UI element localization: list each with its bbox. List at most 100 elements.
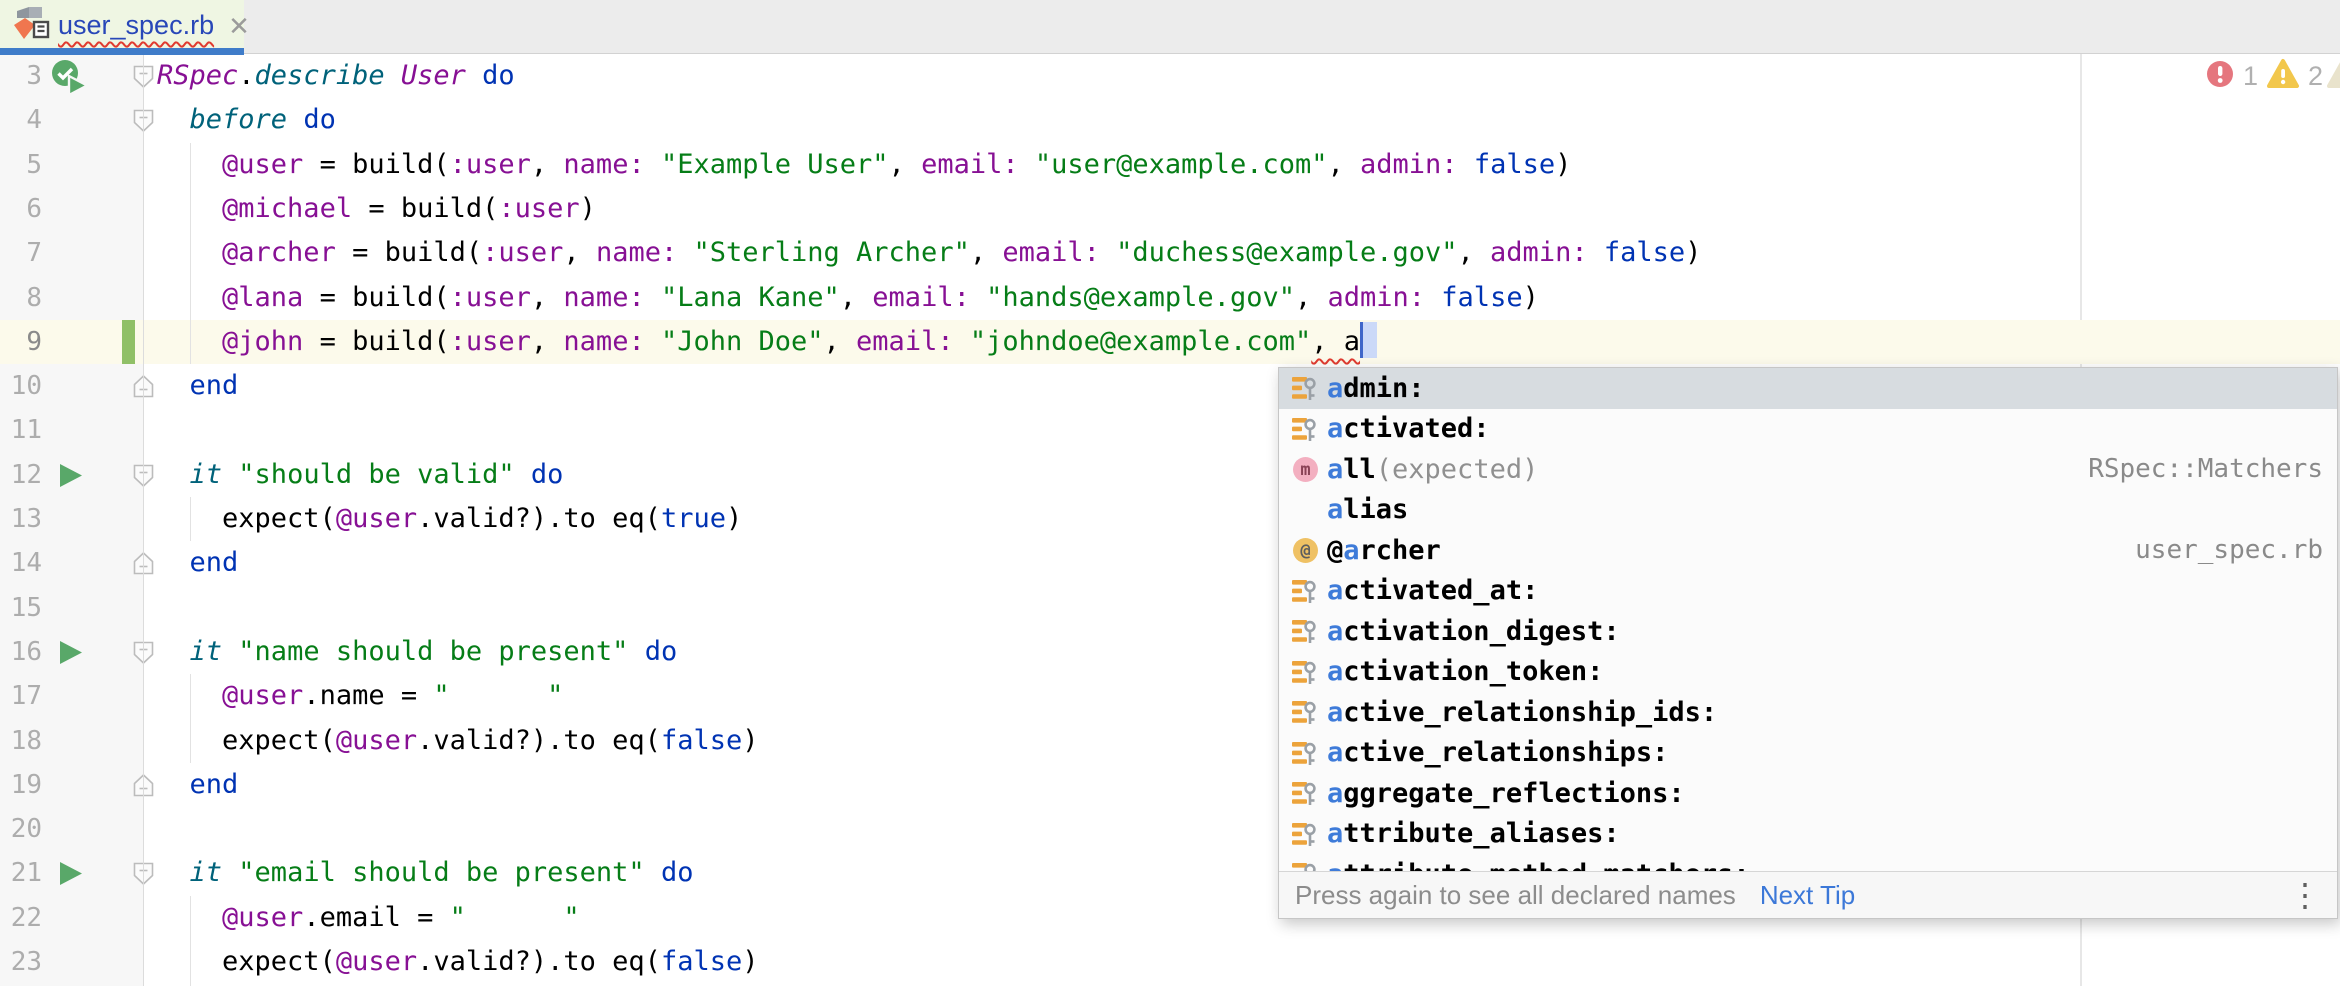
- ide-window: 3RSpec.describe User do4 before do5 @use…: [0, 0, 2340, 986]
- run-test-icon[interactable]: [58, 639, 84, 671]
- line-number[interactable]: 3: [0, 54, 42, 98]
- item-name: ctivation_token:: [1343, 656, 1603, 687]
- completion-item-attribute_method_matchers[interactable]: attribute_method_matchers:: [1279, 854, 2337, 871]
- completion-item-alias[interactable]: alias: [1279, 490, 2337, 531]
- code-line-23[interactable]: 23 expect(@user.valid?).to eq(false): [0, 940, 2340, 984]
- code-line-7[interactable]: 7 @archer = build(:user, name: "Sterling…: [0, 231, 2340, 275]
- line-number[interactable]: 13: [0, 497, 42, 541]
- code-token: [157, 459, 190, 490]
- tab-close-icon[interactable]: ✕: [228, 13, 250, 39]
- hash-key-icon: [1289, 415, 1321, 443]
- code-token: false: [661, 946, 742, 977]
- line-number[interactable]: 14: [0, 541, 42, 585]
- code-line-9[interactable]: 9 @john = build(:user, name: "John Doe",…: [0, 320, 2340, 364]
- code-token: admin:: [1327, 282, 1425, 313]
- line-number[interactable]: 18: [0, 719, 42, 763]
- code-token: ,: [1295, 282, 1328, 313]
- code-token: = build(: [303, 326, 449, 357]
- code-token: true: [661, 503, 726, 534]
- line-number[interactable]: 8: [0, 276, 42, 320]
- code-token: "hands@example.gov": [986, 282, 1295, 313]
- code-token: admin:: [1360, 149, 1458, 180]
- code-token: "John Doe": [661, 326, 824, 357]
- completion-item-activation_digest[interactable]: activation_digest:: [1279, 611, 2337, 652]
- code-text: @lana = build(:user, name: "Lana Kane", …: [157, 276, 1539, 320]
- line-number[interactable]: 22: [0, 896, 42, 940]
- code-text: @user = build(:user, name: "Example User…: [157, 143, 1571, 187]
- completion-list[interactable]: admin:activated:mall(expected)RSpec::Mat…: [1279, 368, 2337, 871]
- code-token: [222, 857, 238, 888]
- kebab-menu-icon[interactable]: ⋮: [2289, 879, 2321, 911]
- completion-item-active_relationship_ids[interactable]: active_relationship_ids:: [1279, 692, 2337, 733]
- code-line-4[interactable]: 4 before do: [0, 98, 2340, 142]
- code-token: [466, 60, 482, 91]
- item-name: rcher: [1360, 535, 1441, 566]
- completion-item-activated_at[interactable]: activated_at:: [1279, 571, 2337, 612]
- code-text: @archer = build(:user, name: "Sterling A…: [157, 231, 1701, 275]
- code-token: [157, 370, 190, 401]
- code-token: email:: [921, 149, 1019, 180]
- code-line-8[interactable]: 8 @lana = build(:user, name: "Lana Kane"…: [0, 276, 2340, 320]
- line-number[interactable]: 4: [0, 98, 42, 142]
- line-number[interactable]: 12: [0, 453, 42, 497]
- run-test-icon[interactable]: [58, 462, 84, 494]
- line-number[interactable]: 19: [0, 763, 42, 807]
- completion-item-all[interactable]: mall(expected)RSpec::Matchers: [1279, 449, 2337, 490]
- item-matched-letter: a: [1327, 413, 1343, 444]
- indent-guide: [190, 674, 191, 763]
- completion-item-aggregate_reflections[interactable]: aggregate_reflections:: [1279, 773, 2337, 814]
- completion-item-admin[interactable]: admin:: [1279, 368, 2337, 409]
- item-name: ctivated:: [1343, 413, 1489, 444]
- line-number[interactable]: 15: [0, 586, 42, 630]
- completion-item-attribute_aliases[interactable]: attribute_aliases:: [1279, 814, 2337, 855]
- line-number[interactable]: 10: [0, 364, 42, 408]
- line-number[interactable]: 9: [0, 320, 42, 364]
- code-token: @user: [336, 725, 417, 756]
- completion-item-activation_token[interactable]: activation_token:: [1279, 652, 2337, 693]
- tab-user-spec[interactable]: user_spec.rb ✕: [0, 0, 244, 53]
- code-token: end: [190, 370, 239, 401]
- completion-item-@archer[interactable]: @@archeruser_spec.rb: [1279, 530, 2337, 571]
- line-number[interactable]: 17: [0, 674, 42, 718]
- code-token: name:: [563, 282, 644, 313]
- code-line-3[interactable]: 3RSpec.describe User do: [0, 54, 2340, 98]
- code-line-5[interactable]: 5 @user = build(:user, name: "Example Us…: [0, 143, 2340, 187]
- item-matched-letter: a: [1327, 575, 1343, 606]
- code-text: end: [157, 763, 238, 807]
- line-number[interactable]: 21: [0, 851, 42, 895]
- text-caret: [1360, 322, 1377, 358]
- tab-title: user_spec.rb: [58, 10, 214, 41]
- code-token: ,: [1327, 149, 1360, 180]
- indent-guide: [190, 143, 191, 365]
- completion-popup[interactable]: admin:activated:mall(expected)RSpec::Mat…: [1278, 367, 2338, 919]
- completion-hint-bar: Press again to see all declared names Ne…: [1279, 871, 2337, 918]
- code-text: expect(@user.valid?).to eq(true): [157, 497, 742, 541]
- completion-item-active_relationships[interactable]: active_relationships:: [1279, 733, 2337, 774]
- line-number[interactable]: 6: [0, 187, 42, 231]
- code-line-6[interactable]: 6 @michael = build(:user): [0, 187, 2340, 231]
- code-token: "name should be present": [238, 636, 628, 667]
- run-test-icon[interactable]: [58, 860, 84, 892]
- line-number[interactable]: 5: [0, 143, 42, 187]
- line-number[interactable]: 20: [0, 807, 42, 851]
- line-number[interactable]: 7: [0, 231, 42, 275]
- code-token: :user: [450, 326, 531, 357]
- code-text: @john = build(:user, name: "John Doe", e…: [157, 320, 1377, 364]
- rerun-test-icon[interactable]: [50, 58, 90, 101]
- line-number[interactable]: 11: [0, 408, 42, 452]
- hash-key-icon: [1289, 658, 1321, 686]
- completion-item-activated[interactable]: activated:: [1279, 409, 2337, 450]
- item-matched-letter: a: [1327, 454, 1343, 485]
- hash-key-icon: [1289, 820, 1321, 848]
- code-token: ): [1523, 282, 1539, 313]
- next-tip-link[interactable]: Next Tip: [1760, 880, 1855, 911]
- inspections-widget[interactable]: 1 2: [2205, 58, 2323, 95]
- item-name: ttribute_method_matchers:: [1343, 859, 1749, 871]
- code-token: [645, 282, 661, 313]
- code-token: name:: [563, 326, 644, 357]
- code-token: .valid?).to eq(: [417, 946, 661, 977]
- line-number[interactable]: 23: [0, 940, 42, 984]
- code-token: = build(: [303, 282, 449, 313]
- code-token: @archer: [222, 237, 336, 268]
- line-number[interactable]: 16: [0, 630, 42, 674]
